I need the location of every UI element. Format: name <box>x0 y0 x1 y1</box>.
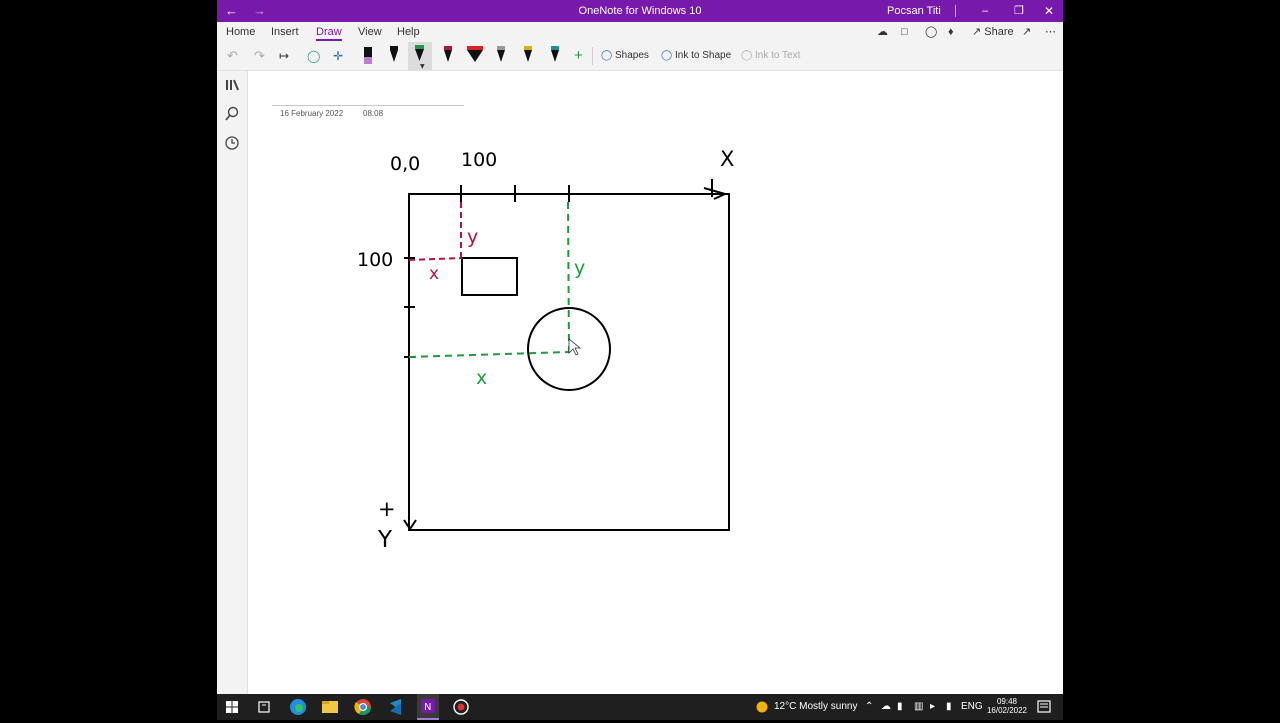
origin-label: 0,0 <box>390 153 420 175</box>
lasso-select-icon[interactable]: ◯ <box>307 42 320 70</box>
title-bar: ← → OneNote for Windows 10 Pocsan Titi –… <box>217 0 1063 22</box>
taskbar: N 12°C Mostly sunny ⌃ ☁ ▮ ▥ ▸ ▮ ENG 09:4… <box>217 694 1063 720</box>
add-space-icon[interactable]: ✛ <box>333 42 343 70</box>
page-canvas[interactable]: 16 February 2022 08:08 0,0 100 100 X + Y… <box>248 71 1063 694</box>
x-axis-arrow <box>703 179 728 200</box>
volume-icon[interactable]: ▸ <box>930 694 935 720</box>
notebook-icon[interactable]: □ <box>901 25 908 41</box>
rect-y-label: y <box>467 226 478 248</box>
more-options-icon[interactable]: ⋯ <box>1045 25 1056 41</box>
x-tick-label: 100 <box>461 149 497 171</box>
y-tick-label: 100 <box>357 249 393 271</box>
notifications-icon[interactable] <box>1037 694 1051 720</box>
tab-insert[interactable]: Insert <box>271 25 299 41</box>
close-icon[interactable]: ✕ <box>1044 0 1054 22</box>
rectangle-shape <box>461 257 518 296</box>
circle-x-label: x <box>476 367 487 389</box>
add-pen-icon[interactable]: + <box>574 42 583 70</box>
onedrive-icon[interactable]: ☁ <box>881 694 891 720</box>
vscode-icon[interactable] <box>387 694 405 720</box>
ink-to-text-label: Ink to Text <box>754 50 801 61</box>
y-axis-plus-label: + <box>378 497 396 521</box>
navigation-rail <box>217 71 248 694</box>
edge-browser-icon[interactable] <box>289 694 307 720</box>
shapes-icon: ◯ <box>601 50 613 61</box>
ink-to-shape-icon: ◯ <box>661 50 673 61</box>
tab-draw[interactable]: Draw <box>316 25 342 41</box>
ink-to-shape-label: Ink to Shape <box>674 50 732 61</box>
chrome-browser-icon[interactable] <box>354 694 372 720</box>
y-axis-label: Y <box>377 527 393 553</box>
file-explorer-icon[interactable] <box>321 694 339 720</box>
ink-to-text-icon: ◯ <box>741 50 753 61</box>
x-axis-label: X <box>720 147 734 171</box>
svg-text:N: N <box>424 702 431 713</box>
pen-red-icon[interactable] <box>443 46 453 66</box>
onenote-window: ← → OneNote for Windows 10 Pocsan Titi –… <box>217 0 1063 694</box>
clock-time: 09:48 <box>996 697 1018 706</box>
draw-toolbar: ↶ ↷ ↦ ◯ ✛ ▼ + ◯ Shapes ◯ Ink to Shape ◯ … <box>217 42 1063 71</box>
record-app-icon[interactable] <box>452 694 470 720</box>
ink-to-text-button[interactable]: ◯ Ink to Text <box>741 42 800 70</box>
language-indicator[interactable]: ENG <box>961 694 983 720</box>
share-icon: ↗ <box>972 26 982 38</box>
mouse-cursor-icon <box>568 338 582 356</box>
weather-text[interactable]: 12°C Mostly sunny <box>774 694 857 720</box>
microphone-icon[interactable]: ▮ <box>946 694 952 720</box>
bell-icon[interactable]: ♦ <box>948 25 954 41</box>
pen-green-selected[interactable]: ▼ <box>408 42 432 70</box>
pen-black-icon[interactable] <box>389 46 399 66</box>
shapes-label: Shapes <box>614 50 649 61</box>
titlebar-divider <box>955 5 956 17</box>
rect-x-label: x <box>429 264 439 284</box>
search-icon[interactable] <box>224 106 240 122</box>
highlighter-red-icon[interactable] <box>466 46 484 66</box>
tab-help[interactable]: Help <box>397 25 420 41</box>
user-name[interactable]: Pocsan Titi <box>887 0 941 22</box>
clock[interactable]: 09:48 16/02/2022 <box>983 694 1031 720</box>
ink-drawing[interactable]: 0,0 100 100 X + Y x y x y <box>248 71 1063 694</box>
circle-x-guide <box>408 351 570 358</box>
ink-to-shape-button[interactable]: ◯ Ink to Shape <box>661 42 731 70</box>
svg-text:▼: ▼ <box>420 63 425 70</box>
pen-teal-icon[interactable] <box>550 46 560 66</box>
weather-icon[interactable] <box>755 694 769 720</box>
windows-start-icon[interactable] <box>225 694 239 720</box>
task-view-icon[interactable] <box>257 694 271 720</box>
tab-home[interactable]: Home <box>226 25 255 41</box>
onenote-app-icon[interactable]: N <box>417 694 439 720</box>
minimize-icon[interactable]: – <box>982 0 988 22</box>
ribbon-tabs: Home Insert Draw View Help ☁ □ ◯ ♦ ↗ Sha… <box>217 22 1063 42</box>
recent-notes-icon[interactable] <box>224 135 240 151</box>
show-hidden-icons-icon[interactable]: ⌃ <box>865 694 873 720</box>
clock-date: 16/02/2022 <box>986 706 1028 715</box>
battery-icon[interactable]: ▮ <box>897 694 903 720</box>
type-select-icon[interactable]: ↦ <box>279 42 289 70</box>
share-label: Share <box>984 26 1014 38</box>
toolbar-divider <box>592 47 593 65</box>
lightbulb-icon[interactable]: ◯ <box>925 25 937 41</box>
pencil-grey-icon[interactable] <box>496 46 506 66</box>
circle-y-guide <box>567 201 570 353</box>
maximize-icon[interactable]: ❐ <box>1014 0 1024 22</box>
tab-view[interactable]: View <box>358 25 382 41</box>
share-button[interactable]: ↗ Share <box>972 25 1014 41</box>
redo-icon[interactable]: ↷ <box>254 42 265 70</box>
fullscreen-icon[interactable]: ↗ <box>1022 25 1031 41</box>
eraser-icon[interactable] <box>363 46 373 66</box>
shapes-button[interactable]: ◯ Shapes <box>601 42 649 70</box>
rect-x-guide <box>408 257 463 261</box>
undo-icon[interactable]: ↶ <box>227 42 238 70</box>
notebooks-icon[interactable] <box>224 77 240 93</box>
pen-yellow-icon[interactable] <box>523 46 533 66</box>
circle-y-label: y <box>574 257 585 279</box>
network-icon[interactable]: ▥ <box>914 694 923 720</box>
sync-icon[interactable]: ☁ <box>877 25 888 41</box>
